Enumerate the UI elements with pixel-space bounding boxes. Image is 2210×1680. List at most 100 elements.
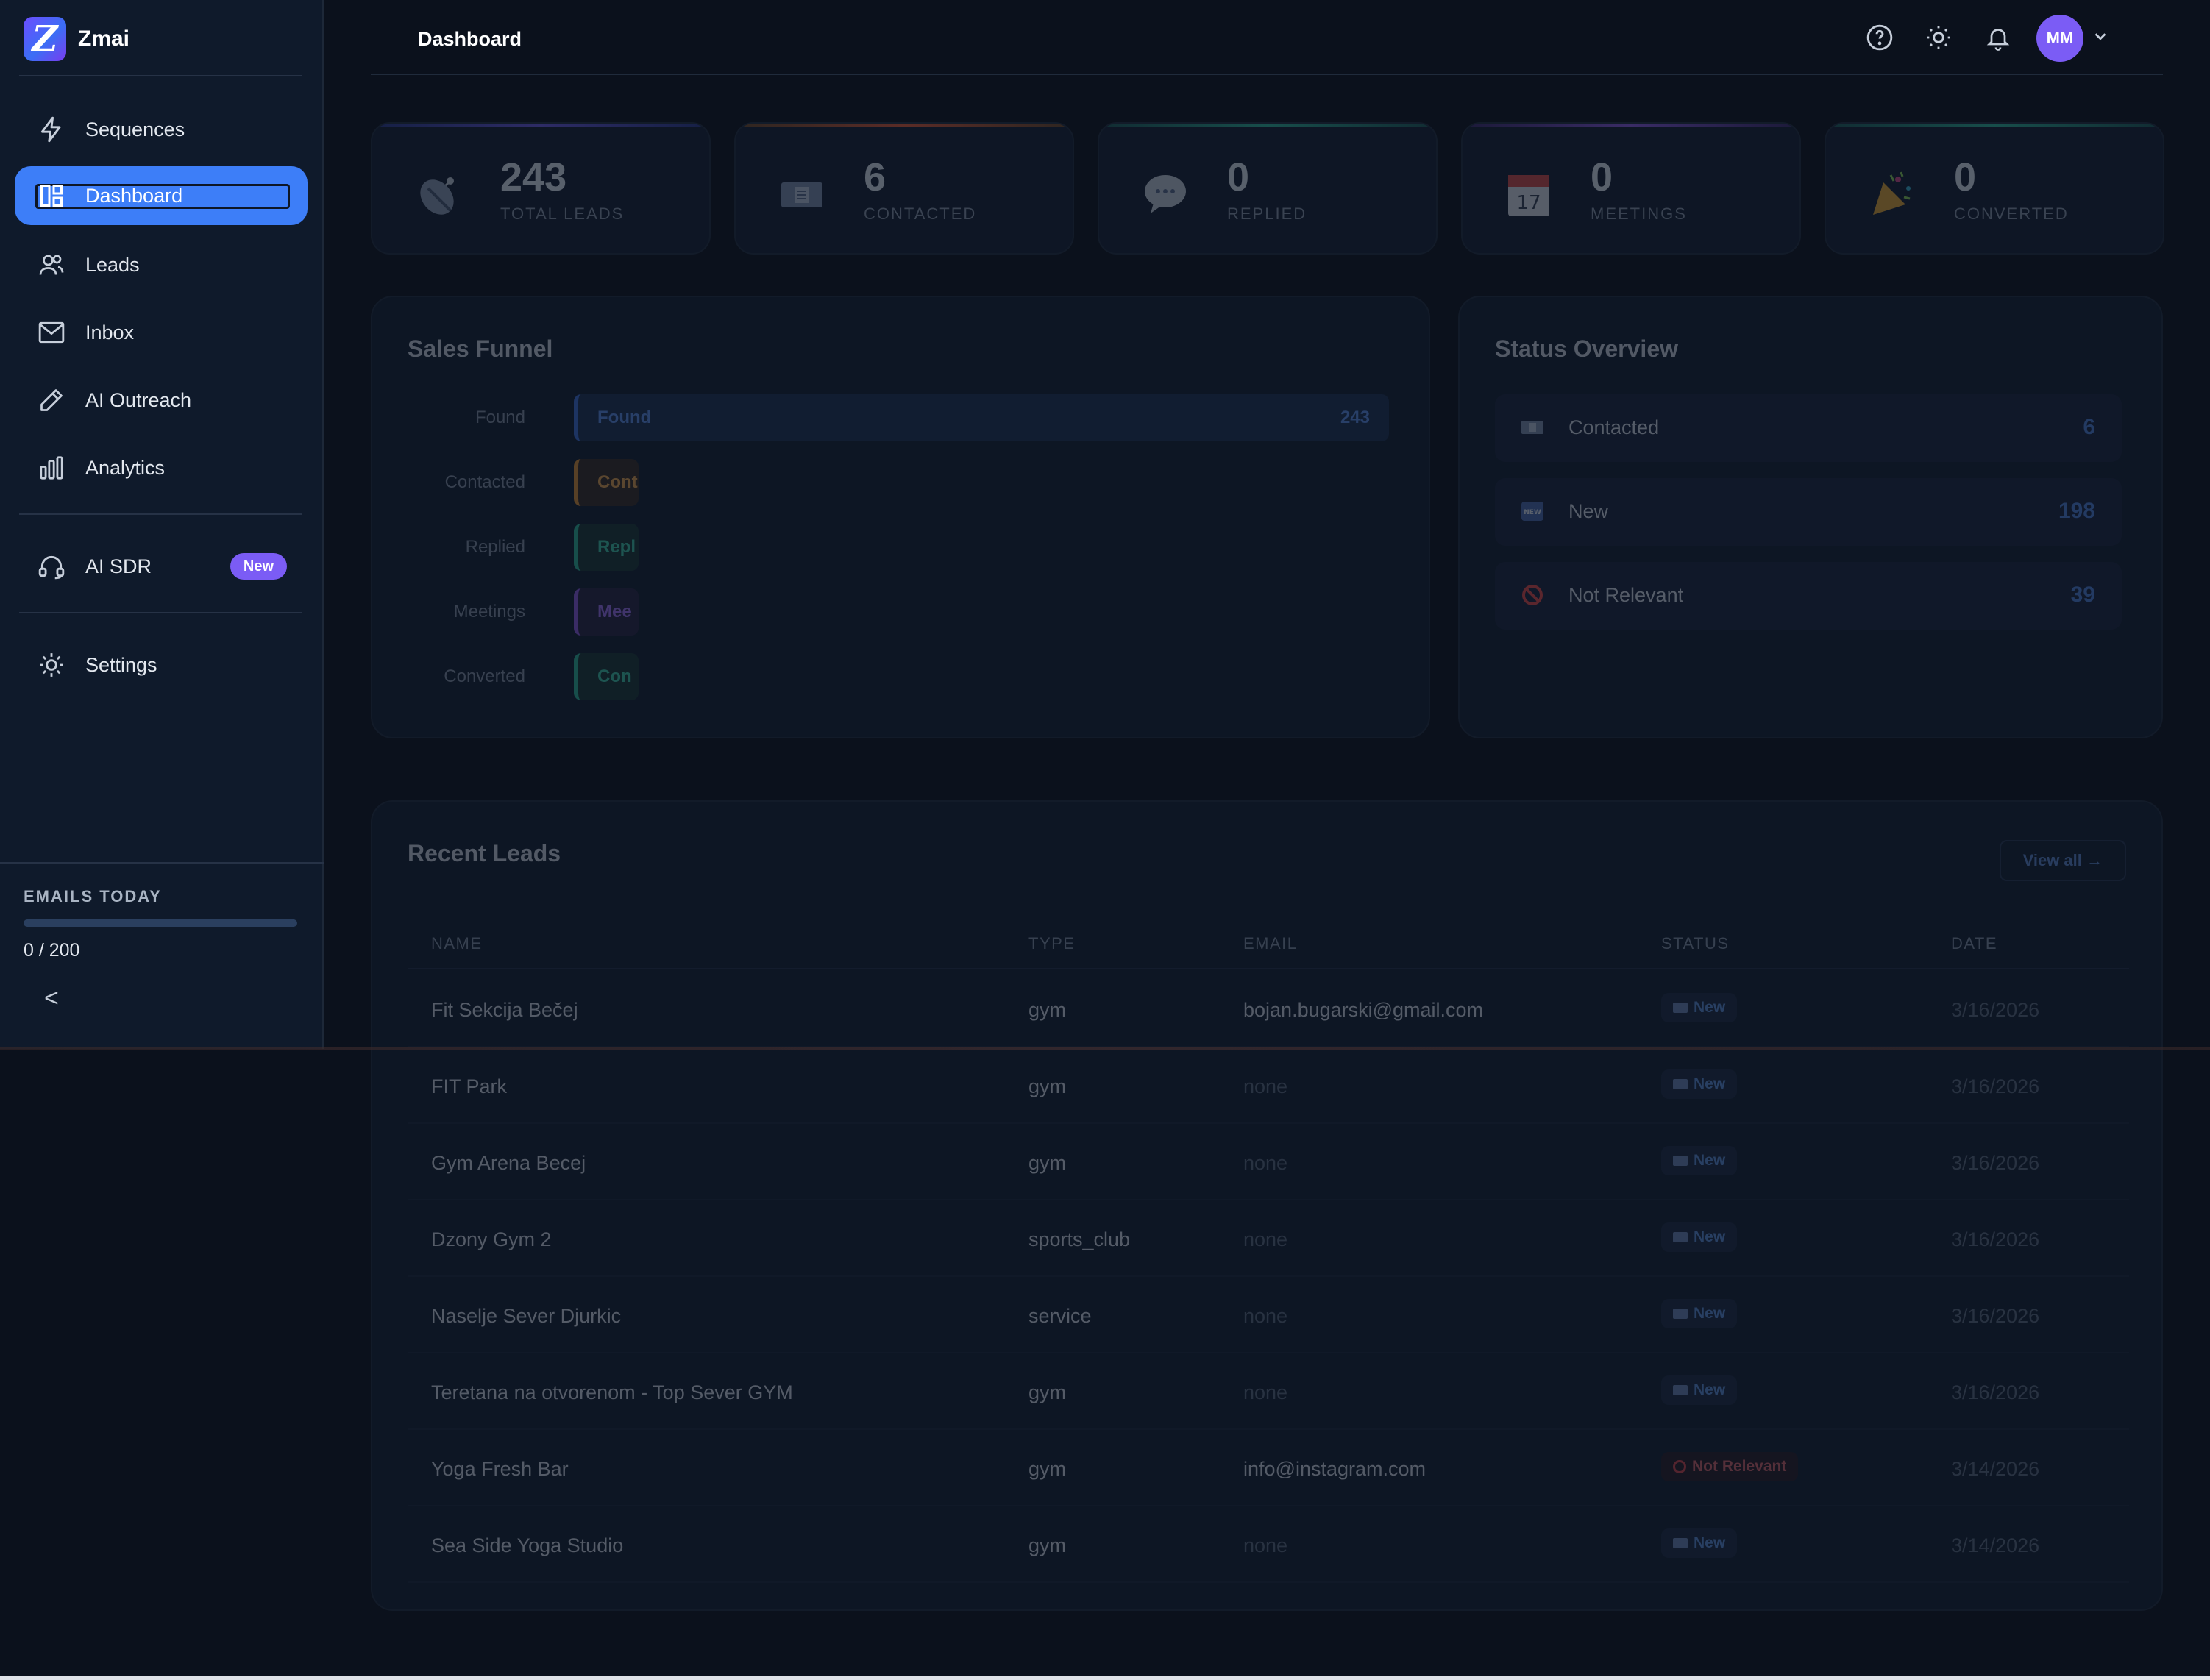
emails-today-count: 0 / 200 <box>24 940 80 961</box>
column-header-name[interactable]: NAME <box>431 934 483 953</box>
sidebar-item-analytics[interactable]: Analytics <box>15 438 308 497</box>
lead-type: gym <box>1028 1075 1067 1097</box>
status-badge-label: New <box>1694 999 1726 1016</box>
card-accent <box>736 124 1073 127</box>
lead-email: none <box>1243 1305 1288 1327</box>
status-row-not-relevant: Not Relevant 39 <box>1495 562 2122 630</box>
status-badge: New <box>1661 1528 1738 1558</box>
lead-name: Sea Side Yoga Studio <box>431 1534 624 1556</box>
table-row[interactable]: Naselje Sever Djurkic service none New 3/16/… <box>408 1277 2129 1353</box>
column-header-date[interactable]: DATE <box>1951 934 1997 953</box>
table-row[interactable]: FIT Park gym none New 3/16/2026 <box>408 1047 2129 1124</box>
funnel-bar-label: Found <box>597 407 652 427</box>
envelope-icon <box>1521 416 1543 438</box>
sidebar-item-label: Analytics <box>85 456 166 479</box>
stat-label: MEETINGS <box>1591 204 1687 223</box>
brand[interactable]: Z Zmai <box>24 15 129 63</box>
new-icon <box>1673 1309 1688 1319</box>
help-icon[interactable] <box>1866 24 1894 51</box>
app-logo: Z <box>24 17 66 61</box>
funnel-bar-label: Cont <box>597 472 638 492</box>
table-row[interactable]: Yoga Fresh Bar gym info@instagram.com Not R… <box>408 1430 2129 1506</box>
lead-type: gym <box>1028 999 1067 1021</box>
sidebar-item-sequences[interactable]: Sequences <box>15 100 308 159</box>
funnel-row-found: Found Found 243 <box>408 394 1396 441</box>
stat-value: 243 <box>500 155 567 199</box>
lead-type: gym <box>1028 1458 1067 1480</box>
view-all-button[interactable]: View all → <box>1999 840 2126 881</box>
panel-title: Status Overview <box>1495 335 1678 362</box>
funnel-bar-label: Repl <box>597 537 636 557</box>
column-header-email[interactable]: EMAIL <box>1243 934 1298 953</box>
avatar[interactable]: MM <box>2036 15 2083 62</box>
status-label: Not Relevant <box>1568 584 1684 606</box>
divider <box>19 513 302 515</box>
sidebar: Z Zmai Sequences Dashboard Leads Inbox A… <box>0 0 324 1049</box>
sidebar-item-dashboard[interactable]: Dashboard <box>15 166 308 225</box>
mail-icon <box>37 318 66 347</box>
funnel-row-replied: Replied Repl <box>408 524 1396 571</box>
table-row[interactable]: Teretana na otvorenom - Top Sever GYM gym… <box>408 1353 2129 1430</box>
stat-card-total-leads: 243 TOTAL LEADS <box>371 122 711 255</box>
stat-value: 6 <box>864 155 887 199</box>
speech-bubble-icon <box>1139 168 1192 221</box>
table-row[interactable]: Sea Side Yoga Studio gym none New 3/14/2026 <box>408 1506 2129 1583</box>
lead-name: Dzony Gym 2 <box>431 1228 552 1250</box>
satellite-icon <box>412 168 465 221</box>
status-row-new: NEW New 198 <box>1495 478 2122 546</box>
stat-card-meetings: 17 0 MEETINGS <box>1461 122 1801 255</box>
sidebar-item-settings[interactable]: Settings <box>15 636 308 694</box>
sidebar-item-inbox[interactable]: Inbox <box>15 303 308 362</box>
new-icon <box>1673 1156 1688 1166</box>
collapse-sidebar-button[interactable]: < <box>44 984 59 1013</box>
stat-label: REPLIED <box>1227 204 1307 223</box>
sidebar-item-label: Settings <box>85 653 157 676</box>
lead-email: none <box>1243 1152 1288 1174</box>
lead-email: none <box>1243 1381 1288 1403</box>
emails-today-widget: EMAILS TODAY 0 / 200 <box>24 887 297 961</box>
lead-name: Yoga Fresh Bar <box>431 1458 569 1480</box>
prohibited-icon <box>1673 1460 1686 1473</box>
sun-icon[interactable] <box>1925 24 1953 51</box>
chevron-down-icon[interactable] <box>2092 28 2108 48</box>
status-badge: New <box>1661 993 1738 1022</box>
sidebar-item-label: Sequences <box>85 118 185 140</box>
funnel-label: Meetings <box>453 602 525 622</box>
divider <box>19 612 302 613</box>
status-overview-panel: Status Overview Contacted 6 NEW New 198 … <box>1458 296 2163 738</box>
lead-date: 3/16/2026 <box>1951 1075 2040 1097</box>
sidebar-item-leads[interactable]: Leads <box>15 235 308 294</box>
new-icon <box>1673 1385 1688 1395</box>
sidebar-item-ai-sdr[interactable]: AI SDR New <box>15 537 308 596</box>
pen-icon <box>37 385 66 415</box>
card-accent <box>1099 124 1436 127</box>
table-header: NAME TYPE EMAIL STATUS DATE <box>408 928 2129 969</box>
lead-email: none <box>1243 1075 1288 1097</box>
gear-icon <box>37 650 66 680</box>
table-row[interactable]: Dzony Gym 2 sports_club none New 3/16/2026 <box>408 1200 2129 1277</box>
table-row[interactable]: Gym Arena Becej gym none New 3/16/2026 <box>408 1124 2129 1200</box>
funnel-row-converted: Converted Con <box>408 653 1396 700</box>
panel-title: Sales Funnel <box>408 335 553 362</box>
lead-date: 3/16/2026 <box>1951 1152 2040 1174</box>
stat-card-contacted: 6 CONTACTED <box>734 122 1074 255</box>
sidebar-item-ai-outreach[interactable]: AI Outreach <box>15 371 308 430</box>
emails-today-title: EMAILS TODAY <box>24 887 162 905</box>
dashboard-icon <box>37 181 66 210</box>
lead-email: info@instagram.com <box>1243 1458 1426 1480</box>
table-row[interactable]: Fit Sekcija Bečej gym bojan.bugarski@gmail… <box>408 971 2129 1047</box>
stat-label: CONTACTED <box>864 204 977 223</box>
users-icon <box>37 250 66 280</box>
status-count: 198 <box>2058 499 2095 523</box>
status-count: 39 <box>2070 583 2095 607</box>
stat-label: CONVERTED <box>1954 204 2069 223</box>
lead-name: FIT Park <box>431 1075 508 1097</box>
lead-name: Naselje Sever Djurkic <box>431 1305 622 1327</box>
column-header-type[interactable]: TYPE <box>1028 934 1075 953</box>
recent-leads-panel: Recent Leads View all → NAME TYPE EMAIL … <box>371 800 2163 1611</box>
status-badge: New <box>1661 1069 1738 1099</box>
bell-icon[interactable] <box>1985 24 2013 51</box>
stat-card-replied: 0 REPLIED <box>1098 122 1438 255</box>
column-header-status[interactable]: STATUS <box>1661 934 1730 953</box>
sidebar-item-label: Inbox <box>85 321 135 344</box>
